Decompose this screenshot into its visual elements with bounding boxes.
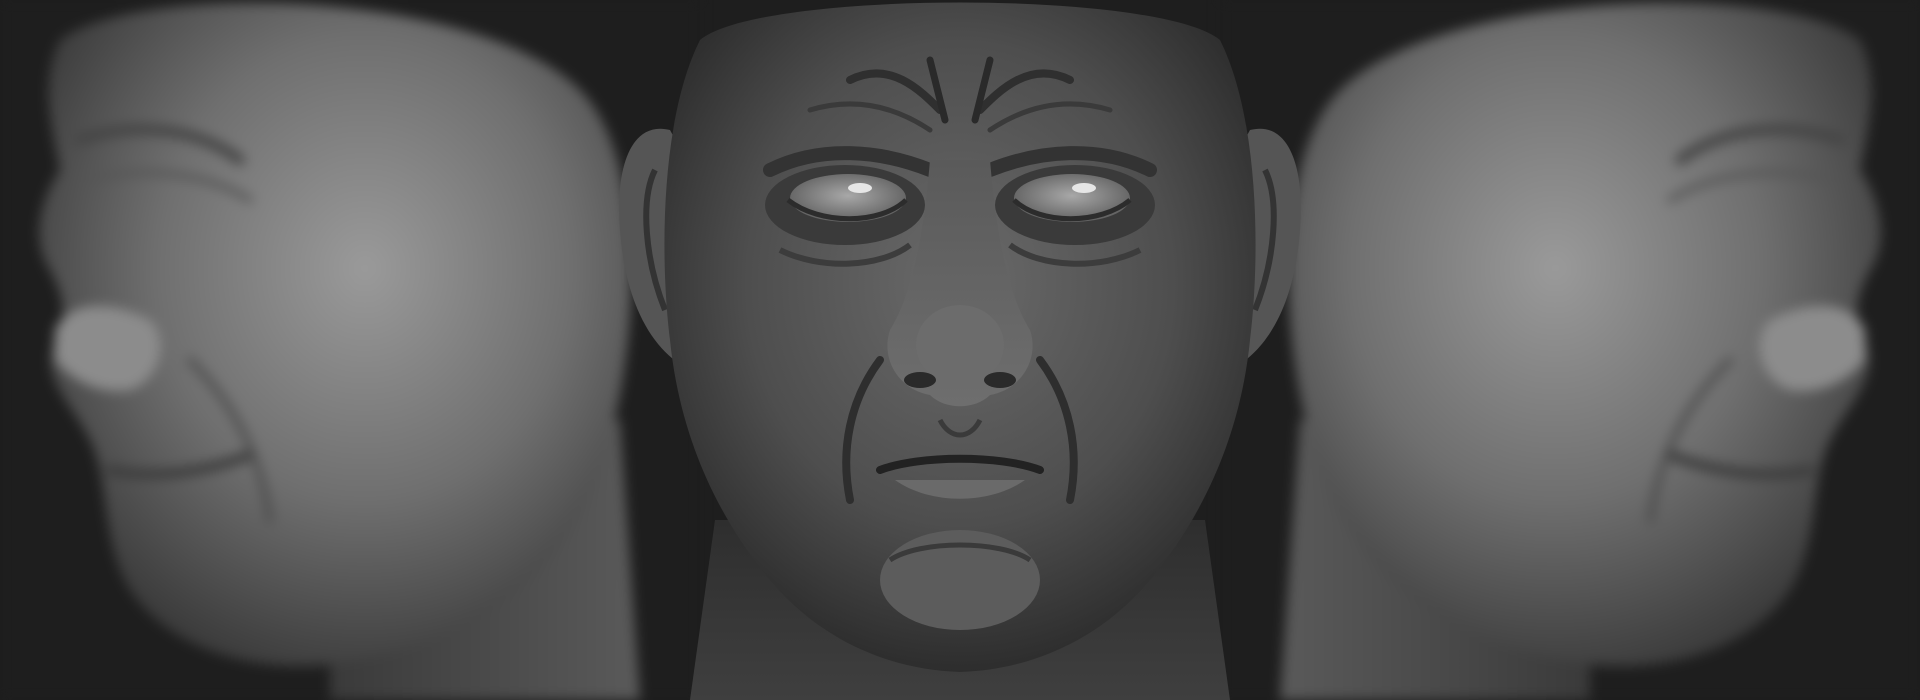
eye-left [790,174,906,222]
head-front-view [560,0,1360,700]
sculpt-render-canvas [0,0,1920,700]
eye-right [1014,174,1130,222]
